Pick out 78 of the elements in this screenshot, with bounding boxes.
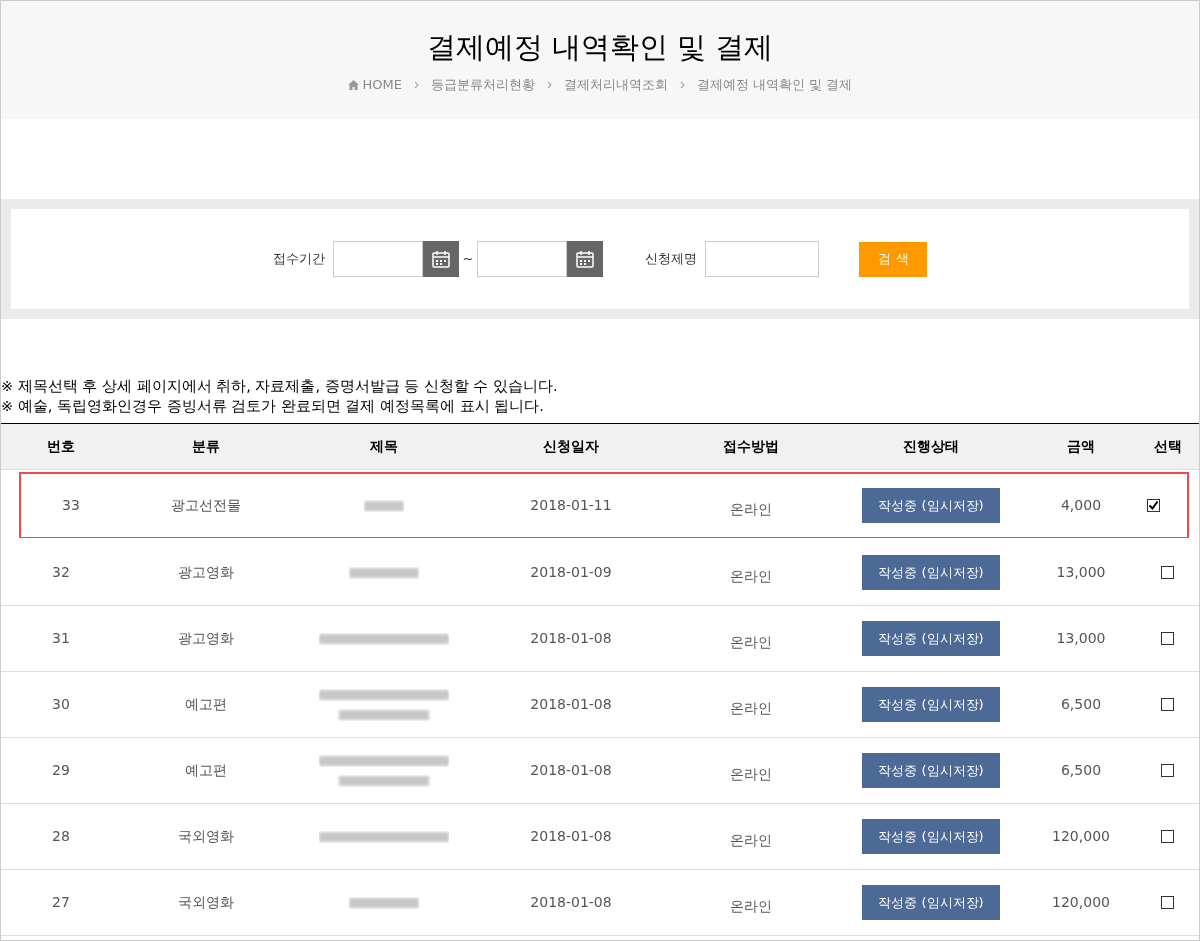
table-cell-text: 2018-01-09 (530, 563, 612, 582)
calendar-button[interactable] (422, 241, 459, 277)
table-cell-text: 온라인 (730, 500, 772, 519)
breadcrumb-link[interactable]: 결제처리내역조회 (564, 75, 668, 95)
title-label: 신청제명 (645, 250, 698, 269)
column-header: 금액 (1067, 437, 1095, 456)
table-cell-text: 광고영화 (178, 563, 234, 582)
table-cell-text: 온라인 (730, 699, 772, 718)
breadcrumb-link[interactable]: 결제예정 내역확인 및 결제 (697, 75, 853, 95)
row-checkbox[interactable] (1161, 698, 1174, 711)
table-cell-text: 온라인 (730, 765, 772, 784)
status-button[interactable]: 작성중 (임시저장) (862, 819, 1000, 854)
chevron-icon (547, 80, 552, 89)
end-date-field[interactable] (477, 241, 568, 277)
table-cell-text: 국외영화 (178, 893, 234, 912)
notice-text: ※ 예술, 독립영화인경우 증빙서류 검토가 완료되면 결제 예정목록에 표시 됩니다. (1, 397, 545, 416)
table-cell-text: 예고편 (185, 761, 227, 780)
row-checkbox[interactable] (1161, 896, 1174, 909)
row-checkbox[interactable] (1161, 632, 1174, 645)
table-cell-text: 13,000 (1056, 629, 1106, 648)
row-checkbox[interactable] (1161, 764, 1174, 777)
table-cell-text: 120,000 (1052, 893, 1110, 912)
table-cell-text: 6,500 (1060, 695, 1102, 714)
column-header: 신청일자 (543, 437, 599, 456)
row-checkbox[interactable] (1147, 499, 1160, 512)
breadcrumb-link[interactable]: HOME (362, 75, 402, 95)
row-checkbox[interactable] (1161, 830, 1174, 843)
table-cell-text: 온라인 (730, 567, 772, 586)
table-cell-text: 120,000 (1052, 827, 1110, 846)
table-cell-text: 4,000 (1060, 496, 1102, 515)
table-cell-text: 2018-01-08 (530, 761, 612, 780)
table-cell-text: 2018-01-11 (530, 496, 612, 515)
title-field[interactable] (705, 241, 820, 277)
tilde-separator: ~ (462, 250, 474, 269)
table-cell-text: 28 (52, 827, 70, 846)
table-cell-text: 광고선전물 (171, 496, 241, 515)
status-button[interactable]: 작성중 (임시저장) (862, 555, 1000, 590)
status-button[interactable]: 작성중 (임시저장) (862, 488, 1000, 523)
column-header: 진행상태 (903, 437, 959, 456)
table-cell-text: 2018-01-08 (530, 893, 612, 912)
table-cell-text: 온라인 (730, 633, 772, 652)
breadcrumb-link[interactable]: 등급분류처리현황 (431, 75, 535, 95)
table-cell-text: 온라인 (730, 897, 772, 916)
table-cell-text: 32 (52, 563, 70, 582)
chevron-icon (414, 80, 419, 89)
calendar-button[interactable] (567, 241, 604, 277)
column-header: 번호 (47, 437, 75, 456)
period-label: 접수기간 (272, 250, 325, 269)
table-cell-text: 2018-01-08 (530, 629, 612, 648)
calendar-icon (575, 249, 596, 269)
home-icon (347, 79, 359, 90)
column-header: 접수방법 (723, 437, 779, 456)
start-date-field[interactable] (332, 241, 423, 277)
table-cell-text: 29 (52, 761, 70, 780)
table-cell-text: 33 (62, 496, 80, 515)
calendar-icon (430, 249, 451, 269)
row-checkbox[interactable] (1161, 566, 1174, 579)
status-button[interactable]: 작성중 (임시저장) (862, 753, 1000, 788)
status-button[interactable]: 작성중 (임시저장) (862, 621, 1000, 656)
table-cell-text: 6,500 (1060, 761, 1102, 780)
table-cell-text: 13,000 (1056, 563, 1106, 582)
table-cell-text: 온라인 (730, 831, 772, 850)
status-button[interactable]: 작성중 (임시저장) (862, 687, 1000, 722)
column-header: 분류 (192, 437, 220, 456)
table-cell-text: 국외영화 (178, 827, 234, 846)
status-button[interactable]: 작성중 (임시저장) (862, 885, 1000, 920)
table-cell-text: 광고영화 (178, 629, 234, 648)
column-header: 제목 (369, 437, 398, 456)
table-cell-text: 30 (52, 695, 70, 714)
table-cell-text: 예고편 (185, 695, 227, 714)
chevron-icon (680, 80, 685, 89)
column-header: 선택 (1153, 437, 1182, 456)
table-cell-text: 31 (52, 629, 70, 648)
notice-text: ※ 제목선택 후 상세 페이지에서 취하, 자료제출, 증명서발급 등 신청할 수 있습니다. (1, 377, 559, 396)
table-cell-text: 27 (52, 893, 70, 912)
page-title: 결제예정 내역확인 및 결제 (426, 29, 774, 66)
table-cell-text: 2018-01-08 (530, 827, 612, 846)
table-cell-text: 2018-01-08 (530, 695, 612, 714)
